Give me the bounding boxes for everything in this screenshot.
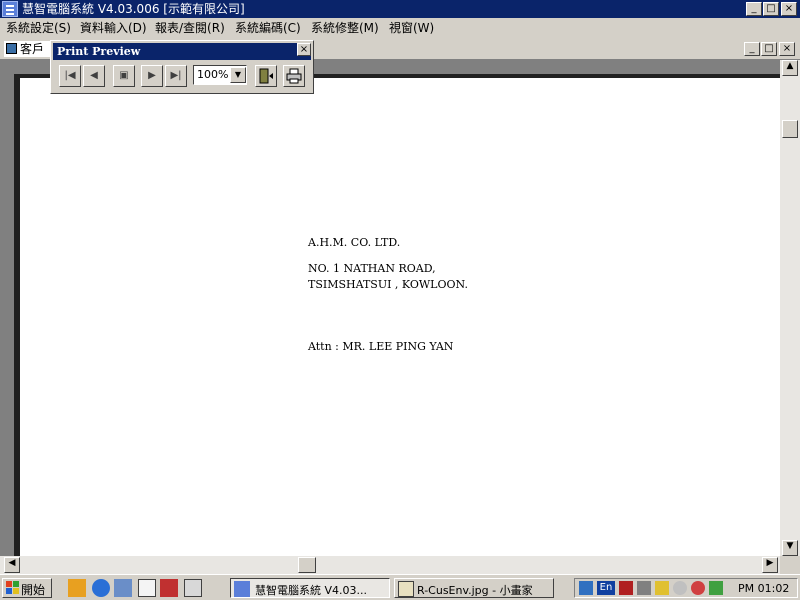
print-preview-toolbar: Print Preview × |◀ ◀ ▣ ▶ ▶| 100% ▼ (50, 40, 314, 94)
window-titlebar[interactable]: 慧智電腦系統 V4.03.006 [示範有限公司] _ □ × (0, 0, 800, 18)
paint-icon (398, 581, 414, 597)
shield-icon[interactable] (619, 581, 633, 595)
pages-icon: ▣ (119, 70, 129, 81)
start-button[interactable]: 開始 (2, 578, 52, 598)
maximize-button[interactable]: □ (763, 2, 779, 16)
scroll-corner (780, 556, 800, 574)
first-page-button[interactable]: |◀ (59, 65, 81, 87)
volume-icon[interactable] (655, 581, 669, 595)
vertical-scroll-thumb[interactable] (782, 120, 798, 138)
address-line-2: TSIMSHATSUI , KOWLOON. (308, 278, 468, 291)
address-line-1: NO. 1 NATHAN ROAD, (308, 262, 436, 275)
clock-icon[interactable] (673, 581, 687, 595)
print-button[interactable] (283, 65, 305, 87)
menu-bar: 系統設定(S) 資料輸入(D) 報表/查閱(R) 系統編碼(C) 系統修整(M)… (0, 18, 800, 38)
language-indicator[interactable]: En (597, 581, 615, 595)
printer-tray-icon[interactable] (709, 581, 723, 595)
taskbar: 開始 慧智電腦系統 V4.03... R-CusEnv.jpg - 小畫家 En… (0, 574, 800, 600)
show-desktop-icon[interactable] (184, 579, 202, 597)
task-label: R-CusEnv.jpg - 小畫家 (417, 584, 533, 597)
menu-system-settings[interactable]: 系統設定(S) (6, 20, 71, 36)
start-label: 開始 (21, 583, 46, 597)
child-maximize-button[interactable]: □ (761, 42, 777, 56)
task-paint[interactable]: R-CusEnv.jpg - 小畫家 (394, 578, 554, 598)
taskbar-clock: PM 01:02 (738, 582, 790, 595)
app-icon (234, 581, 250, 597)
child-caption: 客戶 (4, 41, 52, 57)
child-title: 客戶 (20, 42, 45, 56)
zoom-value: 100% (197, 68, 229, 81)
menu-reports[interactable]: 報表/查閱(R) (155, 20, 225, 36)
preview-child-window: 客戶 _ □ × A.H.M. CO. LTD. NO. 1 NATHAN RO… (0, 38, 800, 574)
address-company: A.H.M. CO. LTD. (308, 236, 401, 249)
monitor-icon[interactable] (637, 581, 651, 595)
previous-page-button[interactable]: ◀ (83, 65, 105, 87)
window-title: 慧智電腦系統 V4.03.006 [示範有限公司] (22, 2, 245, 16)
scroll-down-button[interactable]: ▼ (782, 540, 798, 556)
preview-area: A.H.M. CO. LTD. NO. 1 NATHAN ROAD, TSIMS… (0, 60, 780, 564)
menu-system-codes[interactable]: 系統編碼(C) (235, 20, 301, 36)
exit-preview-button[interactable] (255, 65, 277, 87)
print-preview-titlebar[interactable]: Print Preview (53, 43, 311, 60)
printer-icon (286, 68, 302, 84)
exit-door-icon (259, 68, 273, 84)
chevron-down-icon[interactable]: ▼ (230, 67, 246, 83)
horizontal-scrollbar[interactable]: ◀ ▶ (0, 556, 780, 574)
task-label: 慧智電腦系統 V4.03... (255, 584, 368, 597)
menu-window[interactable]: 視窗(W) (389, 20, 434, 36)
multi-page-button[interactable]: ▣ (113, 65, 135, 87)
menu-data-input[interactable]: 資料輸入(D) (80, 20, 147, 36)
windows-logo-icon (6, 581, 19, 594)
media-player-icon[interactable] (68, 579, 86, 597)
child-close-button[interactable]: × (779, 42, 795, 56)
system-tray: En PM 01:02 (574, 578, 798, 598)
network-icon[interactable] (114, 579, 132, 597)
attention-line: Attn : MR. LEE PING YAN (308, 340, 454, 353)
next-page-button[interactable]: ▶ (141, 65, 163, 87)
child-minimize-button[interactable]: _ (744, 42, 760, 56)
scroll-right-button[interactable]: ▶ (762, 557, 778, 573)
vertical-scrollbar[interactable]: ▲ ▼ (780, 60, 800, 556)
minimize-button[interactable]: _ (746, 2, 762, 16)
scroll-left-button[interactable]: ◀ (4, 557, 20, 573)
print-preview-close-button[interactable]: × (297, 43, 311, 56)
preview-page: A.H.M. CO. LTD. NO. 1 NATHAN ROAD, TSIMS… (20, 78, 780, 558)
close-button[interactable]: × (781, 2, 797, 16)
internet-explorer-icon[interactable] (92, 579, 110, 597)
horizontal-scroll-thumb[interactable] (298, 557, 316, 573)
app-shortcut-icon[interactable] (160, 579, 178, 597)
task-huizhi-system[interactable]: 慧智電腦系統 V4.03... (230, 578, 390, 598)
scroll-up-button[interactable]: ▲ (782, 60, 798, 76)
tools-icon[interactable] (579, 581, 593, 595)
print-preview-title: Print Preview (57, 45, 141, 58)
menu-system-maintenance[interactable]: 系統修整(M) (311, 20, 379, 36)
zoom-select[interactable]: 100% ▼ (193, 65, 247, 85)
app-icon[interactable] (2, 1, 18, 17)
child-window-icon[interactable] (6, 43, 17, 54)
notepad-icon[interactable] (138, 579, 156, 597)
search-icon[interactable] (691, 581, 705, 595)
last-page-button[interactable]: ▶| (165, 65, 187, 87)
